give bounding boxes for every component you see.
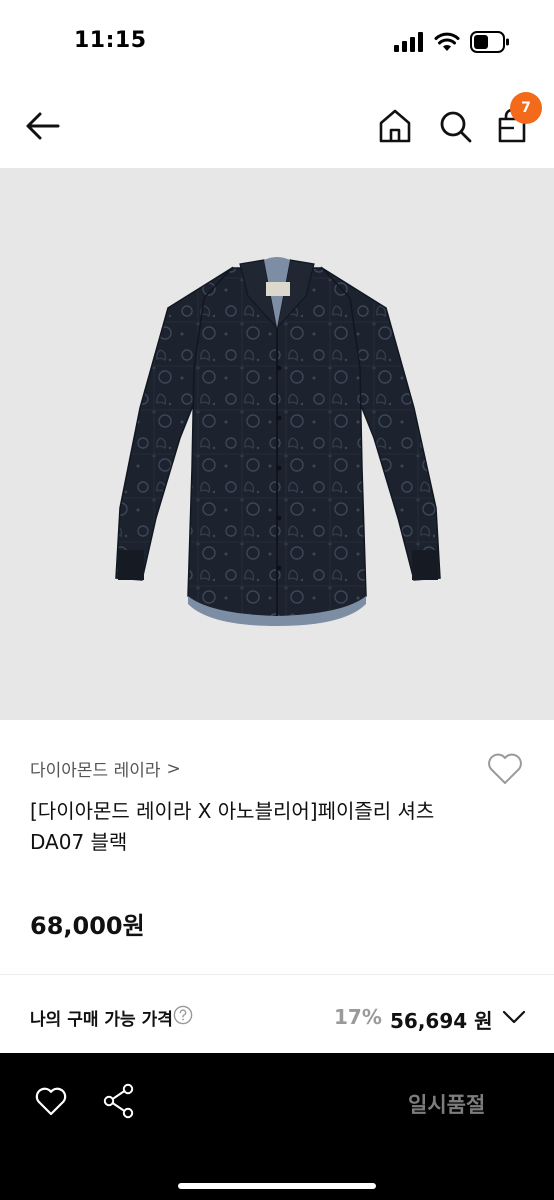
heart-outline-icon[interactable] bbox=[34, 1085, 68, 1117]
product-title: [다이아몬드 레이라 X 아노블리어]페이즐리 셔츠 DA07 블랙 bbox=[30, 799, 435, 854]
shirt-illustration bbox=[115, 257, 441, 626]
final-price: 56,694 원 bbox=[390, 1009, 493, 1033]
wifi-icon bbox=[434, 32, 460, 51]
home-indicator[interactable] bbox=[178, 1183, 376, 1189]
status-icons bbox=[394, 30, 510, 54]
heart-outline-icon[interactable] bbox=[486, 750, 524, 786]
bottom-action-bar: 일시품절 bbox=[0, 1053, 554, 1200]
battery-icon bbox=[470, 31, 509, 53]
chevron-right-icon: > bbox=[166, 758, 181, 779]
brand-name: 다이아몬드 레이라 bbox=[30, 761, 161, 781]
cart-count-badge: 7 bbox=[510, 92, 542, 124]
nav-bar: 7 bbox=[0, 84, 554, 168]
search-icon[interactable] bbox=[436, 106, 474, 146]
discount-rate: 17% bbox=[334, 1005, 382, 1029]
status-bar: 11:15 bbox=[0, 0, 554, 84]
arrow-left-icon[interactable] bbox=[22, 106, 62, 146]
brand-link[interactable]: 다이아몬드 레이라 > bbox=[30, 756, 181, 782]
purchasable-price-row[interactable]: 나의 구매 가능 가격 17% 56,694 원 bbox=[0, 975, 554, 1053]
status-time: 11:15 bbox=[74, 28, 147, 53]
question-circle-icon[interactable] bbox=[173, 1005, 193, 1025]
sold-out-status: 일시품절 bbox=[408, 1093, 486, 1117]
chevron-down-icon[interactable] bbox=[500, 1007, 528, 1027]
share-icon[interactable] bbox=[102, 1083, 136, 1119]
product-price: 68,000원 bbox=[30, 912, 145, 940]
product-image[interactable] bbox=[0, 168, 554, 720]
purchasable-price-label: 나의 구매 가능 가격 bbox=[30, 1010, 173, 1030]
home-icon[interactable] bbox=[376, 106, 414, 146]
cellular-signal-icon bbox=[394, 32, 423, 52]
